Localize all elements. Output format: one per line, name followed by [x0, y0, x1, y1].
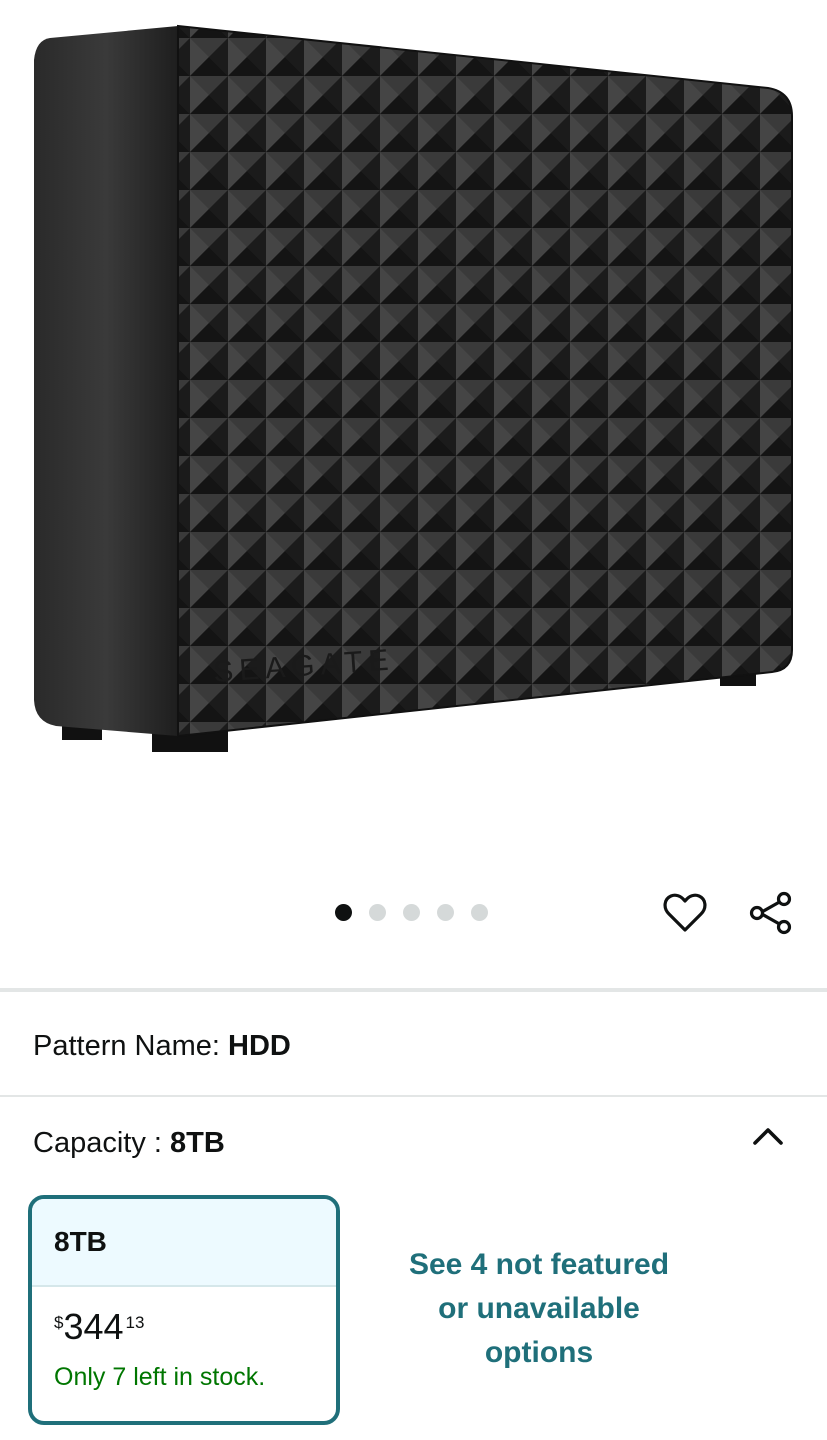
- carousel-dots: [335, 904, 488, 921]
- capacity-value: 8TB: [170, 1127, 225, 1159]
- heart-icon: [663, 893, 707, 932]
- product-image[interactable]: SEAGATE: [0, 0, 827, 860]
- price-whole: 344: [63, 1306, 124, 1347]
- pattern-name-row: Pattern Name: HDD: [33, 1030, 291, 1063]
- row-divider: [0, 1095, 827, 1097]
- product-page: SEAGATE Pattern Name: HDD Capacity : 8TB: [0, 0, 827, 1440]
- option-name: 8TB: [32, 1199, 336, 1287]
- see-more-options-link[interactable]: See 4 not featured or unavailable option…: [385, 1243, 693, 1375]
- chevron-up-icon: [753, 1128, 783, 1145]
- see-more-line: or unavailable: [438, 1292, 640, 1325]
- pattern-name-label: Pattern Name:: [33, 1030, 220, 1062]
- carousel-dot[interactable]: [437, 904, 454, 921]
- share-button[interactable]: [746, 888, 796, 938]
- carousel-dot[interactable]: [403, 904, 420, 921]
- share-icon: [749, 891, 792, 935]
- capacity-label: Capacity :: [33, 1127, 162, 1159]
- wishlist-button[interactable]: [660, 888, 710, 938]
- option-price: $ 344 13: [54, 1307, 314, 1347]
- see-more-line: options: [484, 1336, 594, 1369]
- carousel-dot[interactable]: [335, 904, 352, 921]
- carousel-dot[interactable]: [471, 904, 488, 921]
- price-symbol: $: [54, 1313, 64, 1332]
- stock-status: Only 7 left in stock.: [54, 1363, 266, 1391]
- pattern-name-value: HDD: [228, 1030, 291, 1062]
- collapse-capacity-button[interactable]: [748, 1118, 788, 1154]
- carousel-dot[interactable]: [369, 904, 386, 921]
- see-more-line: See 4 not featured: [408, 1248, 670, 1281]
- section-divider: [0, 988, 827, 992]
- price-fraction: 13: [125, 1313, 145, 1332]
- capacity-row[interactable]: Capacity : 8TB: [33, 1127, 225, 1160]
- capacity-option-8tb[interactable]: 8TB $ 344 13 Only 7 left in stock.: [28, 1195, 340, 1425]
